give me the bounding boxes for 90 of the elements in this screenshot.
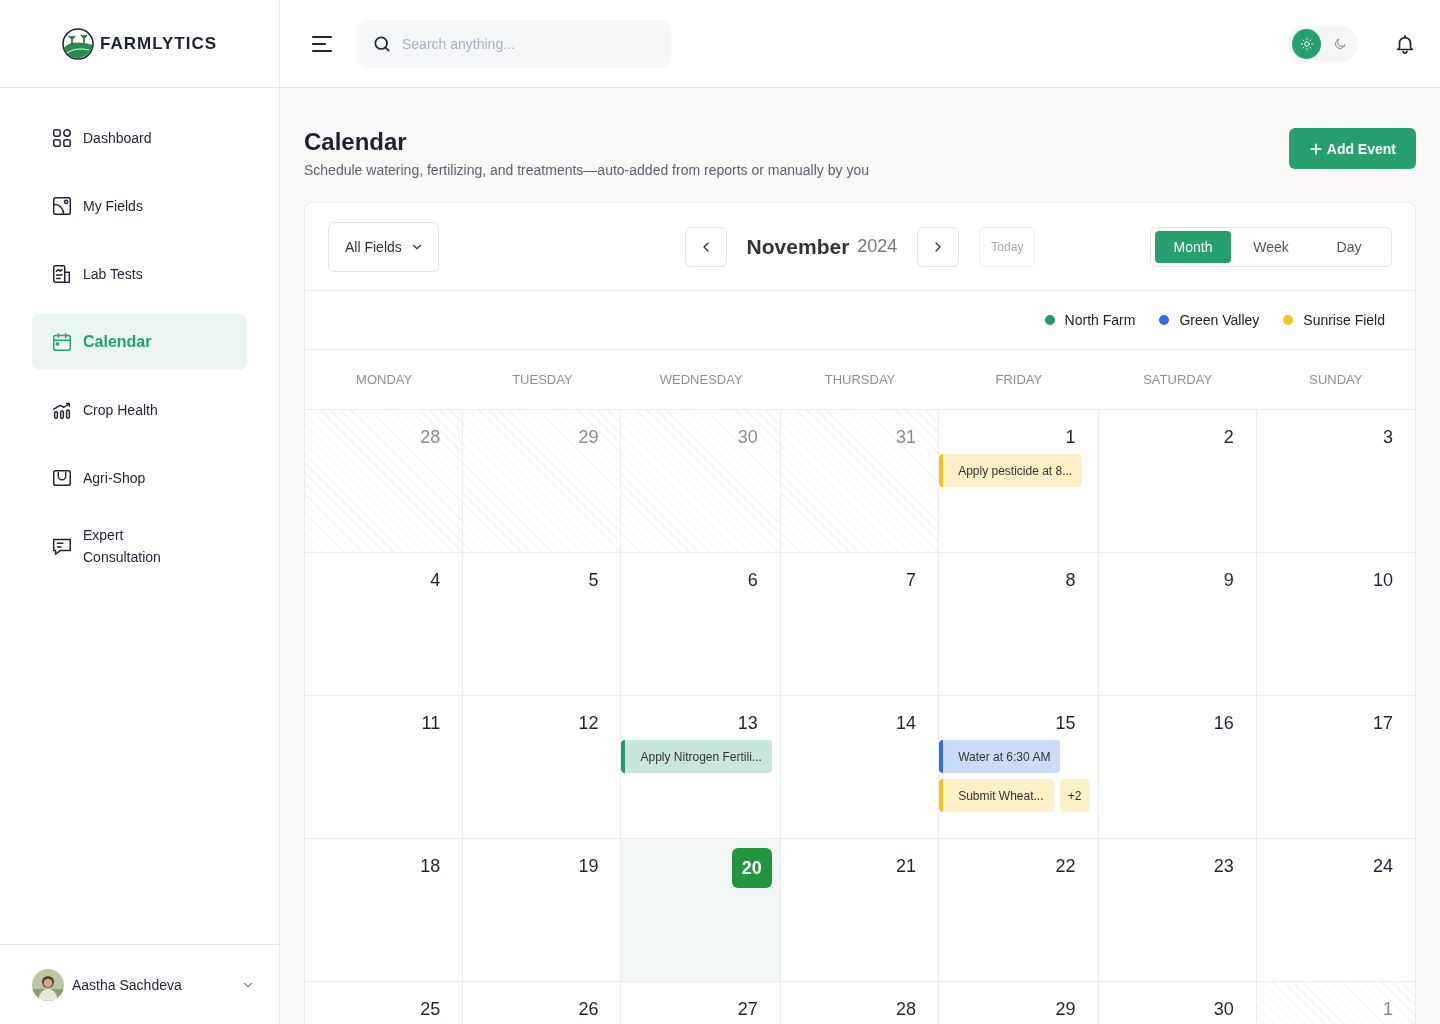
event-chip[interactable]: Apply Nitrogen Fertili... bbox=[621, 740, 772, 773]
day-number: 20 bbox=[731, 848, 772, 888]
sidebar-item[interactable]: My Fields bbox=[32, 178, 247, 234]
day-number: 16 bbox=[1213, 712, 1234, 734]
theme-option-button[interactable] bbox=[1292, 28, 1321, 59]
day-cell[interactable]: 18 bbox=[305, 839, 464, 982]
day-number: 8 bbox=[1065, 569, 1076, 591]
day-number: 12 bbox=[578, 712, 599, 734]
day-cell[interactable]: 16 bbox=[1098, 696, 1257, 839]
event-chip[interactable]: Submit Wheat... bbox=[939, 779, 1054, 812]
day-number: 1 bbox=[1382, 998, 1393, 1020]
day-cell[interactable]: 9 bbox=[1098, 553, 1257, 696]
day-cell[interactable]: 8 bbox=[939, 553, 1099, 696]
event-chip[interactable]: Apply pesticide at 8... bbox=[939, 454, 1083, 487]
sidebar-item[interactable]: Crop Health bbox=[32, 382, 247, 438]
field-icon bbox=[51, 195, 73, 217]
day-number: 6 bbox=[747, 569, 758, 591]
sidebar-item[interactable]: Agri-Shop bbox=[32, 450, 247, 506]
plus-icon bbox=[1308, 141, 1323, 156]
day-number: 1 bbox=[1065, 426, 1076, 448]
view-tab[interactable]: Day bbox=[1311, 230, 1387, 263]
day-number: 28 bbox=[896, 998, 917, 1020]
bell-icon[interactable] bbox=[1394, 32, 1416, 55]
event-chip[interactable]: Water at 6:30 AM bbox=[939, 740, 1061, 773]
day-cell[interactable]: 14 bbox=[780, 696, 940, 839]
day-number: 26 bbox=[578, 998, 599, 1020]
field-filter-dropdown[interactable]: All Fields bbox=[328, 221, 439, 272]
day-number: 4 bbox=[430, 569, 441, 591]
search-field[interactable]: Search anything... bbox=[356, 19, 671, 68]
month-label: November bbox=[746, 234, 850, 259]
grid-icon bbox=[51, 127, 73, 149]
day-cell[interactable]: 5 bbox=[463, 553, 622, 696]
brand-name: FARMLYTICS bbox=[99, 33, 217, 54]
day-cell[interactable]: 4 bbox=[305, 553, 464, 696]
day-number: 31 bbox=[896, 426, 917, 448]
day-number: 9 bbox=[1223, 569, 1234, 591]
logo-icon bbox=[61, 27, 94, 60]
user-name: Aastha Sachdeva bbox=[72, 976, 183, 993]
page-subtitle: Schedule watering, fertilizing, and treatments—auto-added from reports or manually by you bbox=[304, 162, 869, 178]
moon-icon bbox=[1332, 36, 1347, 51]
day-cell[interactable]: 19 bbox=[463, 839, 622, 982]
legend-label: Green Valley bbox=[1179, 312, 1260, 328]
day-number: 29 bbox=[578, 426, 599, 448]
day-number: 5 bbox=[588, 569, 599, 591]
day-number: 28 bbox=[420, 426, 441, 448]
legend-label: Sunrise Field bbox=[1303, 312, 1385, 328]
day-cell[interactable]: 22 bbox=[939, 839, 1099, 982]
day-number: 17 bbox=[1372, 712, 1393, 734]
more-events-badge[interactable]: +2 bbox=[1059, 779, 1090, 812]
day-cell[interactable]: 2 bbox=[1098, 410, 1257, 553]
day-cell[interactable]: 23 bbox=[1098, 839, 1257, 982]
calendar-icon bbox=[51, 331, 73, 353]
day-number: 15 bbox=[1055, 712, 1076, 734]
day-number: 25 bbox=[420, 998, 441, 1020]
day-cell[interactable]: 12 bbox=[463, 696, 622, 839]
legend-label: North Farm bbox=[1064, 312, 1136, 328]
report-icon bbox=[51, 263, 73, 285]
day-number: 18 bbox=[420, 855, 441, 877]
day-cell[interactable]: 11 bbox=[305, 696, 464, 839]
day-number: 11 bbox=[421, 712, 441, 734]
sidebar-item[interactable]: Expert Consultation bbox=[32, 518, 247, 574]
page-title: Calendar bbox=[304, 128, 408, 156]
day-number: 21 bbox=[896, 855, 917, 877]
day-cell[interactable]: 1 Apply pesticide at 8... bbox=[939, 410, 1099, 553]
day-number: 2 bbox=[1223, 426, 1234, 448]
day-number: 27 bbox=[737, 998, 758, 1020]
day-cell[interactable]: 20 bbox=[621, 839, 781, 982]
day-number: 23 bbox=[1213, 855, 1234, 877]
day-number: 7 bbox=[906, 569, 917, 591]
day-number: 3 bbox=[1382, 426, 1393, 448]
sidebar-item[interactable]: Dashboard bbox=[32, 110, 247, 166]
day-number: 10 bbox=[1372, 569, 1393, 591]
day-cell[interactable]: 21 bbox=[780, 839, 940, 982]
day-cell[interactable]: 13 Apply Nitrogen Fertili... bbox=[621, 696, 781, 839]
year-label: 2024 bbox=[857, 236, 898, 257]
view-tab[interactable]: Week bbox=[1233, 230, 1309, 263]
day-number: 14 bbox=[896, 712, 917, 734]
sidebar-item[interactable]: Lab Tests bbox=[32, 246, 247, 302]
day-number: 19 bbox=[578, 855, 599, 877]
day-number: 24 bbox=[1372, 855, 1393, 877]
day-number: 30 bbox=[1213, 998, 1234, 1020]
day-number: 22 bbox=[1055, 855, 1076, 877]
bag-icon bbox=[51, 467, 73, 489]
day-number: 29 bbox=[1055, 998, 1076, 1020]
day-number: 30 bbox=[737, 426, 758, 448]
day-number: 13 bbox=[737, 712, 758, 734]
day-cell[interactable]: 15 Water at 6:30 AM Submit Wheat... +2 bbox=[939, 696, 1099, 839]
day-cell[interactable]: 6 bbox=[621, 553, 781, 696]
sun-icon bbox=[1299, 36, 1314, 51]
day-cell[interactable]: 7 bbox=[780, 553, 940, 696]
